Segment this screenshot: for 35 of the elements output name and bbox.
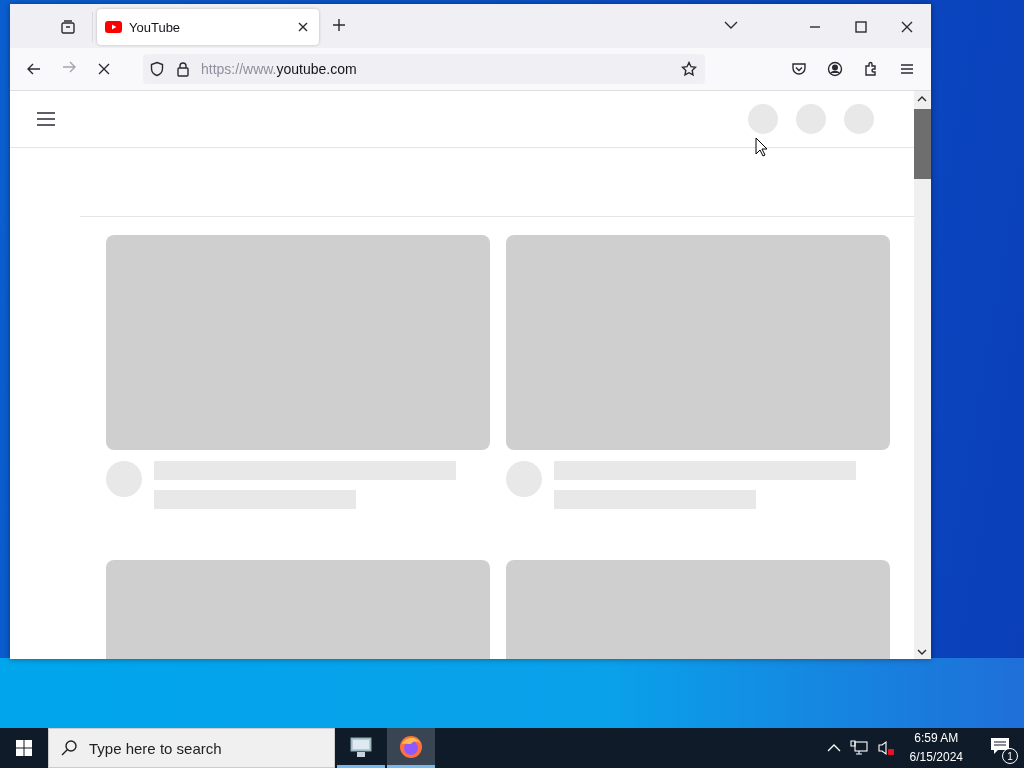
close-icon[interactable] [899,19,915,35]
computer-icon [349,735,373,758]
url-text: https://www.youtube.com [201,61,358,77]
video-play-icon [105,21,122,33]
address-bar[interactable]: https://www.youtube.com [143,54,705,84]
scrollbar[interactable] [914,91,931,659]
notification-icon[interactable] [990,736,1010,756]
tab-title: YouTube [129,19,181,35]
scrollbar-thumb[interactable] [914,109,931,179]
windows-logo-icon[interactable] [16,740,32,756]
clock-date: 6/15/2024 [909,749,963,766]
notification-count: 1 [1002,748,1018,764]
menu-icon[interactable] [36,110,56,128]
network-icon[interactable] [849,740,868,756]
search-field[interactable]: Type here to search [48,728,335,768]
tab-manager-icon[interactable] [60,19,76,35]
maximize-icon[interactable] [853,19,869,35]
stop-icon[interactable] [96,61,112,77]
lock-icon [175,61,191,77]
pocket-icon[interactable] [791,61,807,77]
chevron-up-icon[interactable] [826,743,841,753]
taskbar-app-button[interactable] [387,728,435,768]
muted-speaker-icon[interactable] [876,740,895,756]
account-icon[interactable] [827,61,843,77]
back-arrow-icon[interactable] [26,61,42,77]
plus-icon[interactable] [331,17,347,33]
browser-tab[interactable]: YouTube [97,9,319,45]
clock-time: 6:59 AM [914,730,959,747]
menu-icon[interactable] [899,61,915,77]
shield-icon [149,61,165,77]
puzzle-piece-icon[interactable] [863,61,879,77]
clock[interactable]: 6:59 AM 6/15/2024 [909,729,963,767]
browser-logo-icon [399,734,423,759]
mouse-pointer-icon [755,137,768,157]
star-icon[interactable] [681,61,697,77]
